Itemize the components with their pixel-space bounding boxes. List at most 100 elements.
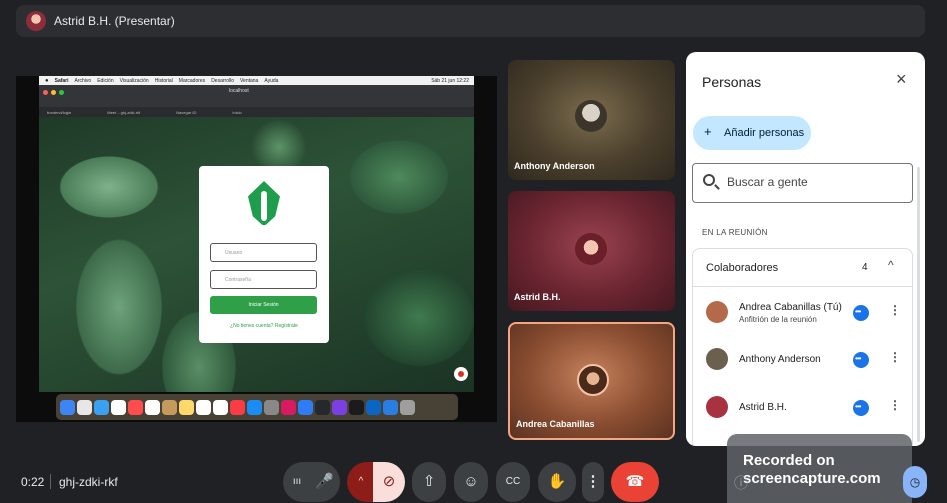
- group-label: Colaboradores: [706, 262, 779, 274]
- chevron-up-icon[interactable]: ^: [888, 258, 894, 272]
- menubar-item: Historial: [154, 77, 173, 84]
- search-input[interactable]: [727, 175, 897, 189]
- leaf-logo-icon: [248, 181, 280, 225]
- browser-tab: Inicio: [232, 109, 242, 115]
- tile-name: Anthony Anderson: [514, 161, 595, 171]
- dock-app-icon: [298, 399, 313, 415]
- dock-app-icon: [332, 399, 347, 415]
- participant-name: Astrid B.H.: [739, 402, 787, 413]
- add-person-icon: +: [704, 124, 712, 139]
- participant-name: Anthony Anderson: [739, 354, 821, 365]
- dock-app-icon: [383, 399, 398, 415]
- menubar-item: Ayuda: [264, 77, 279, 84]
- divider: [693, 286, 912, 287]
- emoji-button[interactable]: ☺: [454, 462, 488, 502]
- avatar: [706, 348, 728, 370]
- menubar-item: Edición: [97, 77, 114, 84]
- presenter-title: Astrid B.H. (Presentar): [54, 14, 175, 28]
- dock-app-icon: [60, 399, 75, 415]
- menubar-clock: Sáb 21 jun 12:22: [431, 77, 469, 84]
- menubar-item: Archivo: [74, 77, 92, 84]
- more-options-icon[interactable]: ⋮: [889, 303, 901, 317]
- mac-dock: [56, 394, 458, 420]
- tile-name: Andrea Cabanillas: [516, 419, 595, 429]
- dock-app-icon: [213, 399, 228, 415]
- tile-name: Astrid B.H.: [514, 292, 561, 302]
- dock-app-icon: [230, 399, 245, 415]
- camera-off-button[interactable]: ⊘: [373, 462, 405, 502]
- avatar: [706, 301, 728, 323]
- participant-row[interactable]: Andrea Cabanillas (Tú) Anfitrión de la r…: [693, 293, 912, 339]
- meeting-time: 0:22: [21, 475, 45, 489]
- close-icon[interactable]: ×: [896, 69, 907, 90]
- register-link: ¿No tienes cuenta? Regístrate: [230, 323, 298, 329]
- browser-tab: frontend/login: [47, 109, 72, 115]
- login-button: Iniciar Sesión: [210, 296, 317, 314]
- activities-button[interactable]: ◷: [903, 466, 927, 498]
- collaborators-group: Colaboradores 4 ^ Andrea Cabanillas (Tú)…: [692, 248, 913, 446]
- dock-app-icon: [281, 399, 296, 415]
- participant-tile-anthony[interactable]: Anthony Anderson: [508, 60, 675, 180]
- dock-app-icon: [179, 399, 194, 415]
- panel-scrollbar[interactable]: [917, 167, 920, 442]
- participant-subtitle: Anfitrión de la reunión: [739, 315, 817, 324]
- login-card: Usuario Contraseña Iniciar Sesión ¿No ti…: [199, 166, 329, 343]
- apple-icon: ●: [45, 77, 49, 84]
- browser-tab: Meet – ghj-zdki-rkf: [107, 109, 141, 115]
- captions-button[interactable]: CC: [496, 462, 530, 502]
- people-panel: Personas × + Añadir personas EN LA REUNI…: [686, 52, 925, 446]
- more-options-button[interactable]: ⋮: [582, 462, 604, 502]
- menubar-item: Marcadores: [178, 77, 206, 84]
- browser-tab: Navegar ID: [176, 109, 197, 115]
- divider: [50, 474, 51, 489]
- info-icon[interactable]: ⓘ: [734, 473, 748, 493]
- collaborators-header[interactable]: Colaboradores 4 ^: [693, 249, 912, 285]
- close-dot-icon: [43, 90, 48, 95]
- participant-row[interactable]: Astrid B.H. ⋮: [693, 388, 912, 434]
- panel-title: Personas: [702, 74, 762, 90]
- present-screen-button[interactable]: ⇧: [412, 462, 446, 502]
- dock-app-icon: [196, 399, 211, 415]
- watermark-line1: Recorded on: [743, 452, 835, 469]
- add-people-label: Añadir personas: [724, 127, 805, 139]
- browser-tabs: frontend/login Meet – ghj-zdki-rkf Naveg…: [39, 107, 474, 117]
- avatar: [575, 233, 607, 265]
- zoom-dot-icon: [59, 90, 64, 95]
- more-options-icon[interactable]: ⋮: [889, 398, 901, 412]
- audio-level-icon: ııı: [283, 462, 311, 502]
- search-people-field[interactable]: [692, 163, 913, 203]
- more-options-icon[interactable]: ⋮: [889, 350, 901, 364]
- dock-app-icon: [366, 399, 381, 415]
- meeting-code: ghj-zdki-rkf: [59, 475, 118, 489]
- dock-app-icon: [315, 399, 330, 415]
- username-field: Usuario: [210, 243, 317, 262]
- recording-watermark: Recorded on screencapture.com: [727, 434, 912, 503]
- add-people-button[interactable]: + Añadir personas: [693, 116, 811, 150]
- dock-app-icon: [145, 399, 160, 415]
- raise-hand-button[interactable]: ✋: [538, 462, 576, 502]
- menubar-item: Desarrollo: [211, 77, 234, 84]
- microphone-button[interactable]: 🎤: [309, 462, 340, 502]
- watermark-line2: screencapture.com: [743, 470, 881, 487]
- dock-app-icon: [247, 399, 262, 415]
- dock-app-icon: [349, 399, 364, 415]
- dock-app-icon: [128, 399, 143, 415]
- presenter-avatar: [26, 11, 46, 31]
- window-controls: [43, 90, 64, 95]
- group-count: 4: [862, 262, 868, 273]
- dock-app-icon: [94, 399, 109, 415]
- mac-menubar: ● Safari Archivo Edición Visualización H…: [39, 76, 474, 85]
- password-field: Contraseña: [210, 270, 317, 289]
- leave-call-button[interactable]: ☎: [611, 462, 659, 502]
- avatar: [577, 364, 609, 396]
- record-indicator-icon: [454, 367, 468, 381]
- participant-tile-astrid[interactable]: Astrid B.H.: [508, 191, 675, 311]
- participant-row[interactable]: Anthony Anderson ⋮: [693, 340, 912, 386]
- menubar-item: Visualización: [119, 77, 149, 84]
- participant-tile-andrea[interactable]: Andrea Cabanillas: [508, 322, 675, 440]
- dock-app-icon: [162, 399, 177, 415]
- dock-app-icon: [400, 399, 415, 415]
- dock-app-icon: [77, 399, 92, 415]
- avatar: [575, 100, 607, 132]
- camera-options-button[interactable]: ^: [347, 462, 375, 502]
